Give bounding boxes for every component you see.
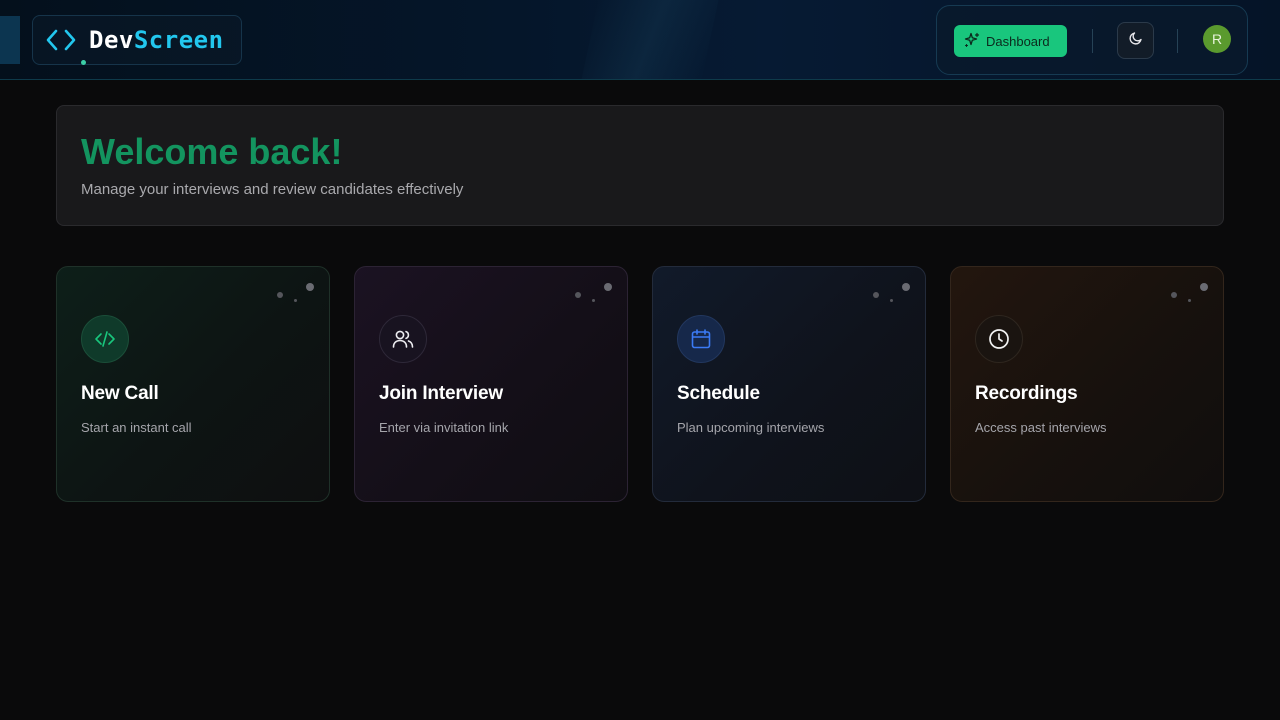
code-brackets-icon [45, 27, 77, 53]
decorative-dot [902, 283, 910, 291]
logo-text-dev: Dev [89, 26, 134, 54]
logo-text: DevScreen [89, 26, 224, 54]
calendar-icon [677, 315, 725, 363]
users-icon [379, 315, 427, 363]
decorative-dot [873, 292, 879, 298]
decorative-dot [1188, 299, 1191, 302]
clock-icon [975, 315, 1023, 363]
card-title: Recordings [975, 383, 1078, 404]
decorative-dot [575, 292, 581, 298]
recordings-card[interactable]: Recordings Access past interviews [950, 266, 1224, 502]
logo-link[interactable]: DevScreen [32, 15, 242, 65]
decorative-dot [1171, 292, 1177, 298]
decorative-dot [1200, 283, 1208, 291]
decorative-dot [306, 283, 314, 291]
dashboard-button[interactable]: Dashboard [954, 25, 1067, 57]
decorative-dot [890, 299, 893, 302]
card-title: New Call [81, 383, 159, 404]
welcome-title: Welcome back! [81, 131, 343, 172]
card-subtitle: Plan upcoming interviews [677, 420, 825, 435]
sparkles-icon [964, 32, 980, 51]
card-subtitle: Start an instant call [81, 420, 192, 435]
card-title: Join Interview [379, 383, 503, 404]
schedule-card[interactable]: Schedule Plan upcoming interviews [652, 266, 926, 502]
dashboard-button-label: Dashboard [986, 33, 1050, 49]
welcome-banner: Welcome back! Manage your interviews and… [56, 105, 1224, 226]
new-call-card[interactable]: New Call Start an instant call [56, 266, 330, 502]
navbar-divider [1092, 29, 1093, 53]
logo-status-dot [81, 60, 86, 65]
navbar-divider [1177, 29, 1178, 53]
code-icon [81, 315, 129, 363]
top-navbar: DevScreen Dashboard R [0, 0, 1280, 80]
card-subtitle: Access past interviews [975, 420, 1107, 435]
card-title: Schedule [677, 383, 760, 404]
decorative-dot [277, 292, 283, 298]
join-interview-card[interactable]: Join Interview Enter via invitation link [354, 266, 628, 502]
decorative-dot [294, 299, 297, 302]
moon-icon [1128, 30, 1144, 51]
user-avatar[interactable]: R [1203, 25, 1231, 53]
navbar-left-accent [0, 16, 20, 64]
decorative-dot [592, 299, 595, 302]
navbar-actions: Dashboard R [936, 5, 1248, 75]
decorative-dot [604, 283, 612, 291]
theme-toggle-button[interactable] [1117, 22, 1154, 59]
navbar-glow [577, 0, 723, 79]
card-subtitle: Enter via invitation link [379, 420, 509, 435]
welcome-subtitle: Manage your interviews and review candid… [81, 181, 464, 198]
logo-text-screen: Screen [133, 26, 224, 54]
